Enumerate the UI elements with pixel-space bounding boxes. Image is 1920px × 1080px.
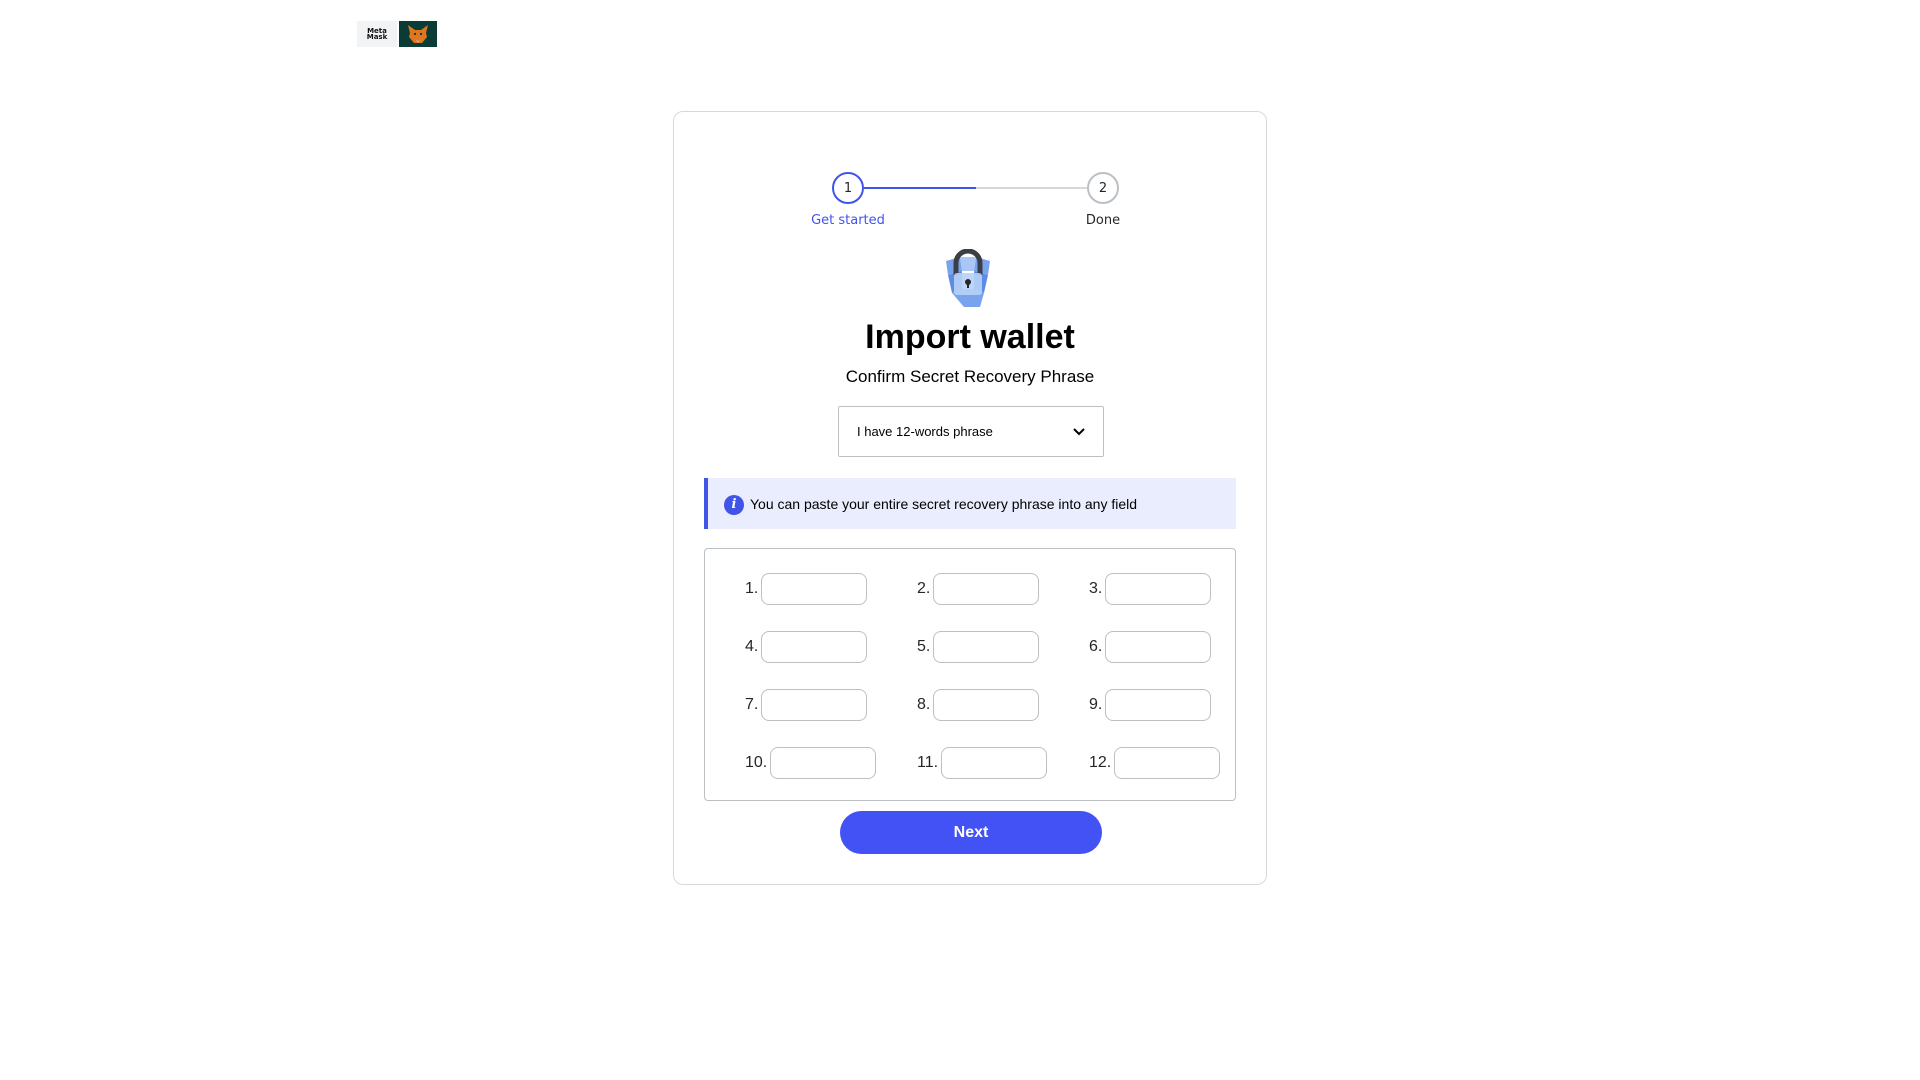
word-cell-6: 6. — [1089, 631, 1212, 663]
step-2-circle: 2 — [1087, 172, 1119, 204]
word-cell-8: 8. — [917, 689, 1040, 721]
phrase-length-select[interactable]: I have 12-words phrase — [838, 406, 1104, 457]
word-number: 6. — [1089, 638, 1103, 655]
word-number: 4. — [745, 638, 759, 655]
word-cell-9: 9. — [1089, 689, 1212, 721]
word-number: 11. — [917, 754, 939, 771]
step-1-circle: 1 — [832, 172, 864, 204]
word-cell-12: 12. — [1089, 747, 1221, 779]
word-number: 2. — [917, 580, 931, 597]
word-number: 5. — [917, 638, 931, 655]
chevron-down-icon — [1073, 425, 1085, 439]
word-cell-3: 3. — [1089, 573, 1212, 605]
word-cell-7: 7. — [745, 689, 868, 721]
step-2-label: Done — [1085, 213, 1121, 228]
recovery-phrase-grid: 1. 2. 3. 4. 5. 6. 7. 8. 9. 10. 11. 12. — [704, 548, 1236, 801]
metamask-wordmark: Meta Mask — [357, 21, 397, 47]
phrase-length-selected: I have 12-words phrase — [857, 424, 993, 439]
import-wallet-card: 1 2 Get started Done Import wallet Confi… — [673, 111, 1267, 885]
metamask-logo: Meta Mask — [357, 21, 437, 47]
word-cell-2: 2. — [917, 573, 1040, 605]
word-cell-1: 1. — [745, 573, 868, 605]
word-input-5[interactable] — [933, 631, 1040, 663]
word-input-8[interactable] — [933, 689, 1040, 721]
word-number: 8. — [917, 696, 931, 713]
stepper-remaining-line — [976, 187, 1087, 189]
word-cell-4: 4. — [745, 631, 868, 663]
paste-info-text: You can paste your entire secret recover… — [750, 495, 1138, 512]
word-input-1[interactable] — [761, 573, 868, 605]
word-number: 1. — [745, 580, 759, 597]
progress-stepper: 1 2 Get started Done — [674, 112, 1266, 232]
word-input-10[interactable] — [770, 747, 877, 779]
info-icon: i — [724, 494, 744, 515]
word-number: 7. — [745, 696, 759, 713]
word-input-3[interactable] — [1105, 573, 1212, 605]
word-input-4[interactable] — [761, 631, 868, 663]
word-input-9[interactable] — [1105, 689, 1212, 721]
page-title: Import wallet — [865, 318, 1075, 356]
page-subtitle: Confirm Secret Recovery Phrase — [845, 367, 1095, 386]
word-input-6[interactable] — [1105, 631, 1212, 663]
step-1-label: Get started — [811, 213, 885, 228]
word-cell-11: 11. — [917, 747, 1048, 779]
word-input-12[interactable] — [1114, 747, 1221, 779]
word-input-7[interactable] — [761, 689, 868, 721]
word-number: 3. — [1089, 580, 1103, 597]
wordmark-line-2: Mask — [366, 33, 388, 41]
word-cell-5: 5. — [917, 631, 1040, 663]
word-number: 10. — [745, 754, 768, 771]
fox-icon — [399, 21, 437, 47]
word-number: 9. — [1089, 696, 1103, 713]
next-button[interactable]: Next — [840, 811, 1102, 854]
word-input-2[interactable] — [933, 573, 1040, 605]
lock-icon — [940, 248, 996, 311]
word-input-11[interactable] — [941, 747, 1048, 779]
word-number: 12. — [1089, 754, 1112, 771]
stepper-progress-line — [864, 187, 976, 189]
paste-info-banner: i You can paste your entire secret recov… — [704, 478, 1236, 529]
word-cell-10: 10. — [745, 747, 877, 779]
